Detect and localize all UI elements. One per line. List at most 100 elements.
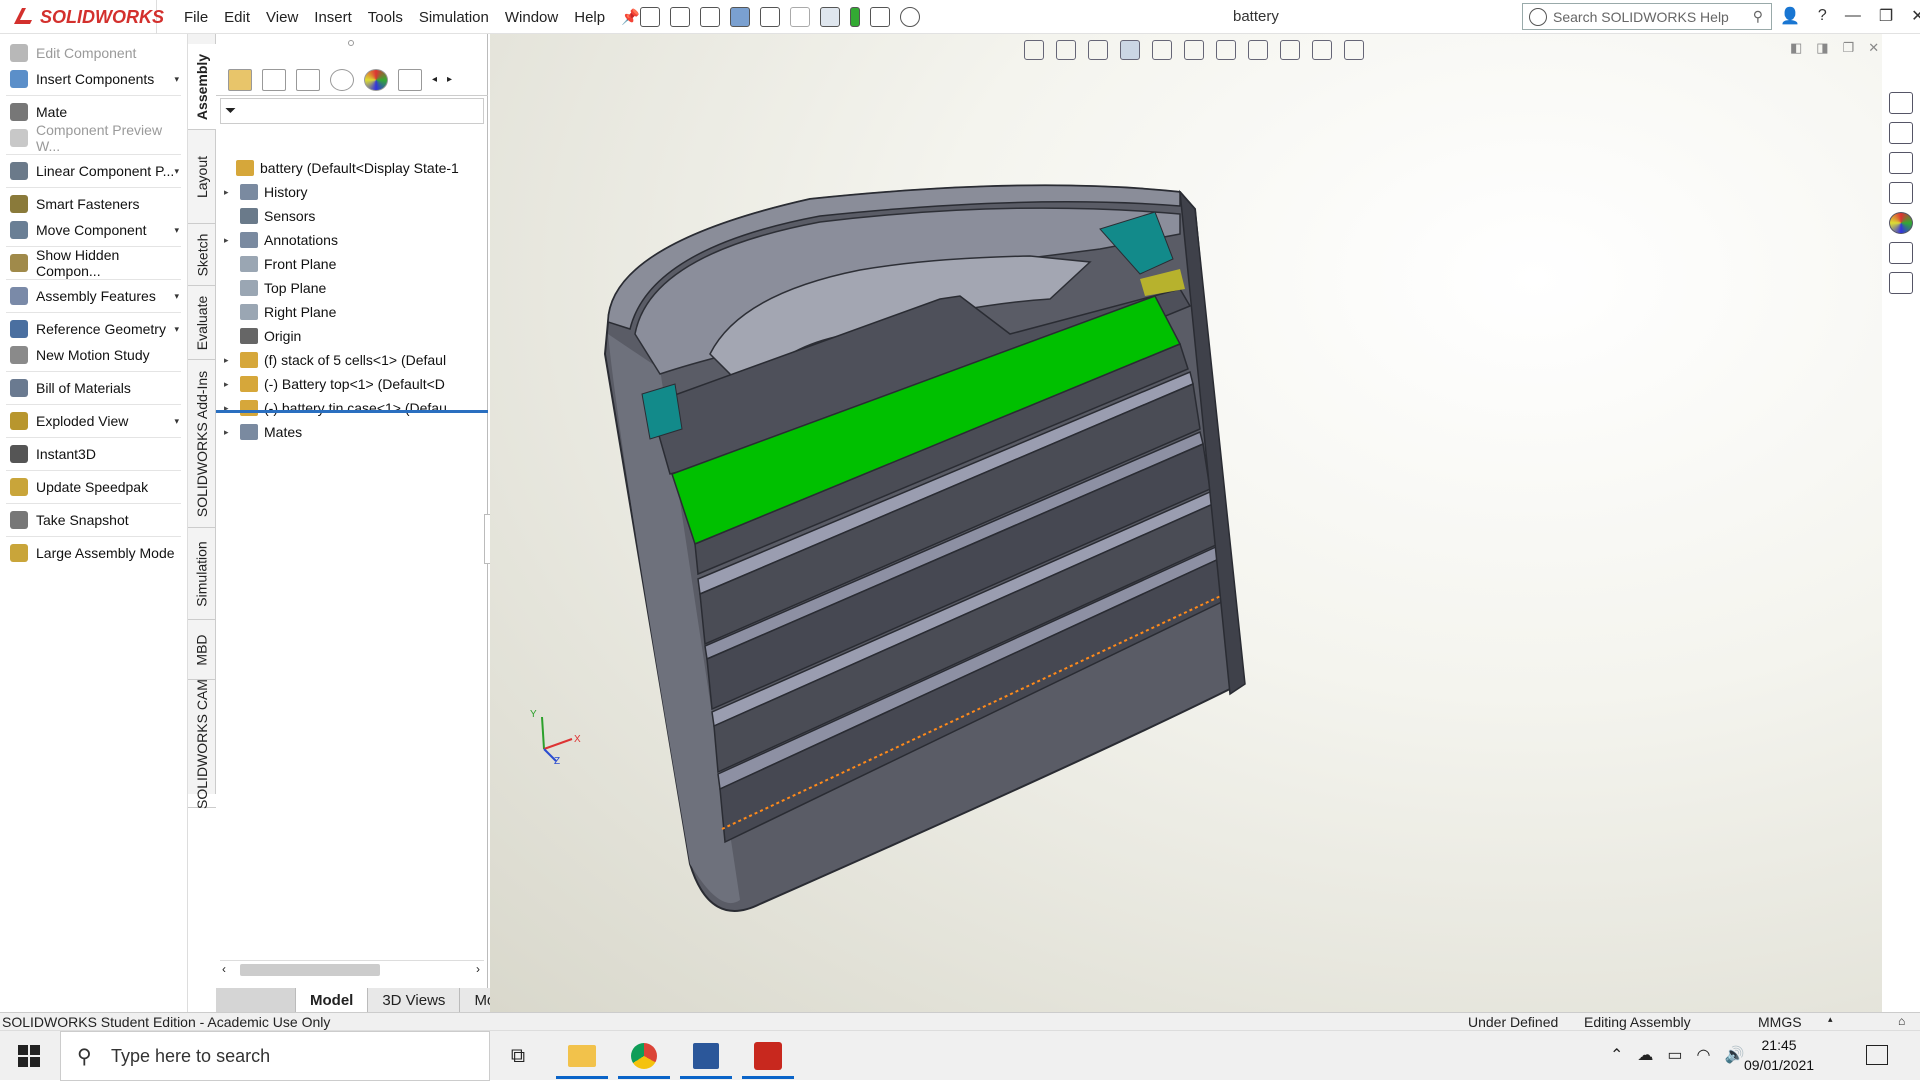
zoom-to-fit-icon[interactable] [1024,40,1044,60]
battery-icon[interactable]: ▭ [1667,1045,1682,1065]
forum-icon[interactable] [1889,272,1913,294]
tree-expander-icon[interactable]: ▸ [224,187,234,198]
display-style-icon[interactable] [1216,40,1236,60]
menu-edit[interactable]: Edit [216,9,258,26]
cmd-new-motion-study[interactable]: New Motion Study [0,342,187,368]
menu-simulation[interactable]: Simulation [411,9,497,26]
tree-node[interactable]: Sensors [224,204,315,228]
design-library-icon[interactable] [1889,122,1913,144]
tab-assembly[interactable]: Assembly [188,44,216,130]
notification-center-icon[interactable] [1866,1045,1888,1065]
cmd-take-snapshot[interactable]: Take Snapshot [0,507,187,533]
cmd-show-hidden-compon[interactable]: Show Hidden Compon... [0,247,187,279]
menu-view[interactable]: View [258,9,306,26]
graphics-area[interactable]: Y X Z [490,34,1882,1012]
help-search-input[interactable]: Search SOLIDWORKS Help [1553,9,1729,25]
viewport-tile-icon[interactable]: ◧ [1790,40,1802,56]
feature-tree-tab-icon[interactable] [228,68,252,91]
scroll-left-icon[interactable]: ‹ [222,962,226,976]
select-pointer-icon[interactable] [820,7,840,27]
search-icon[interactable]: ⚲ [1753,8,1763,25]
tree-node[interactable]: Front Plane [224,252,336,276]
tree-node[interactable]: Origin [224,324,301,348]
filter-icon[interactable]: ⏷ [225,102,236,119]
tree-expander-icon[interactable]: ▸ [224,379,234,390]
tree-node[interactable]: ▸ (-) battery tin case<1> (Defau [224,396,447,420]
apply-scene-icon[interactable] [1312,40,1332,60]
help-search-box[interactable]: Search SOLIDWORKS Help ⚲ [1522,3,1772,30]
tab-cam[interactable]: SOLIDWORKS CAM [188,679,216,808]
user-icon[interactable]: 👤 [1780,6,1800,26]
minimize-icon[interactable]: — [1845,7,1861,25]
solidworks-resources-icon[interactable] [1889,92,1913,114]
onedrive-icon[interactable]: ☁ [1637,1045,1653,1065]
previous-view-icon[interactable] [1088,40,1108,60]
cmd-move-component[interactable]: Move Component ▾ [0,217,187,243]
taskbar-search[interactable]: ⚲ Type here to search [60,1031,490,1081]
hide-show-items-icon[interactable] [1248,40,1268,60]
cmd-instant3d[interactable]: Instant3D [0,441,187,467]
cmd-large-assembly-mode[interactable]: Large Assembly Mode [0,540,187,566]
dropdown-arrow-icon[interactable]: ▾ [174,225,179,236]
custom-properties-icon[interactable] [1889,242,1913,264]
scrollbar-thumb[interactable] [240,964,380,976]
cmd-edit-component[interactable]: Edit Component [0,40,187,66]
horizontal-scrollbar[interactable]: ‹ › [220,960,484,978]
tree-node[interactable]: ▸ (f) stack of 5 cells<1> (Defaul [224,348,446,372]
viewport-restore-icon[interactable]: ❐ [1843,40,1855,56]
open-folder-icon[interactable] [700,7,720,27]
units-dropdown-icon[interactable]: ▴ [1828,1014,1833,1025]
tab-navigation-arrows[interactable] [216,988,296,1012]
tree-expander-icon[interactable]: ▸ [224,355,234,366]
taskbar-clock[interactable]: 21:45 09/01/2021 [1744,1035,1814,1075]
display-manager-tab-icon[interactable] [364,68,388,91]
viewport-close-icon[interactable]: ✕ [1868,40,1879,56]
zoom-to-area-icon[interactable] [1056,40,1076,60]
dropdown-arrow-icon[interactable]: ▾ [174,74,179,85]
scroll-right-icon[interactable]: › [476,962,480,976]
view-orientation-icon[interactable] [1184,40,1204,60]
wifi-icon[interactable]: ◠ [1697,1045,1711,1065]
cmd-assembly-features[interactable]: Assembly Features ▾ [0,283,187,309]
tree-node[interactable]: ▸ Annotations [224,228,338,252]
dropdown-arrow-icon[interactable]: ▾ [174,166,179,177]
tree-node[interactable]: ▸ Mates [224,420,302,444]
menu-help[interactable]: Help [566,9,613,26]
tabs-scroll-right-icon[interactable]: ▸ [447,74,452,85]
cmd-smart-fasteners[interactable]: Smart Fasteners [0,191,187,217]
dropdown-arrow-icon[interactable]: ▾ [174,416,179,427]
volume-icon[interactable]: 🔊 [1725,1045,1745,1065]
status-units[interactable]: MMGS [1758,1014,1802,1030]
appearances-icon[interactable] [1889,212,1913,234]
tree-node[interactable]: ▸ History [224,180,308,204]
undo-icon[interactable] [790,7,810,27]
traffic-light-icon[interactable] [850,7,860,27]
file-explorer-icon[interactable] [1889,152,1913,174]
tab-simulation[interactable]: Simulation [188,528,216,620]
tray-chevron-icon[interactable]: ⌃ [1610,1045,1623,1065]
file-properties-icon[interactable] [870,7,890,27]
edit-appearance-icon[interactable] [1280,40,1300,60]
task-view-button[interactable]: ⧉ [492,1031,544,1081]
battery-section-model[interactable] [490,34,1882,1012]
cmd-linear-component-p[interactable]: Linear Component P... ▾ [0,158,187,184]
view-palette-icon[interactable] [1889,182,1913,204]
configuration-manager-tab-icon[interactable] [296,68,320,91]
tab-evaluate[interactable]: Evaluate [188,286,216,360]
dropdown-arrow-icon[interactable]: ▾ [174,291,179,302]
menu-file[interactable]: File [176,9,216,26]
tab-addins[interactable]: SOLIDWORKS Add-Ins [188,360,216,528]
dimxpert-tab-icon[interactable] [330,68,354,91]
dropdown-arrow-icon[interactable]: ▾ [174,324,179,335]
cmd-insert-components[interactable]: Insert Components ▾ [0,66,187,92]
tree-filter-box[interactable]: ⏷ [220,98,484,124]
tree-node[interactable]: ▸ (-) Battery top<1> (Default<D [224,372,445,396]
view-settings-icon[interactable] [1344,40,1364,60]
section-view-icon[interactable] [1120,40,1140,60]
cam-tab-icon[interactable] [398,68,422,91]
home-icon[interactable] [640,7,660,27]
tab-model[interactable]: Model [296,988,369,1012]
taskbar-file-explorer[interactable] [556,1031,608,1081]
tab-sketch[interactable]: Sketch [188,224,216,286]
tab-layout[interactable]: Layout [188,130,216,224]
